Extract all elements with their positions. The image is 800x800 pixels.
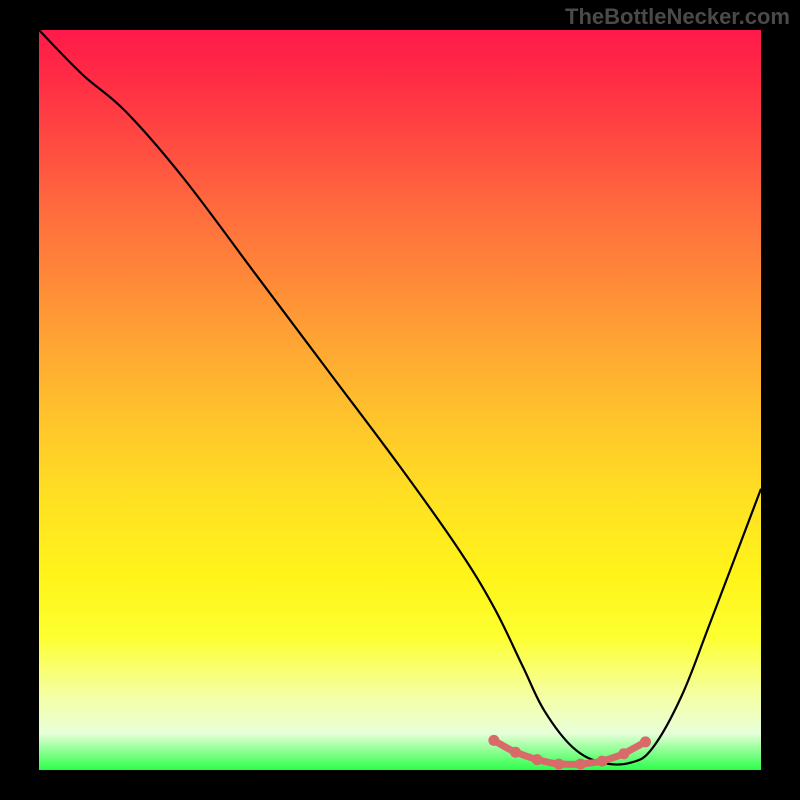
valley-highlight-dot: [597, 756, 608, 767]
valley-highlight-dot: [510, 747, 521, 758]
valley-highlight-dot: [640, 736, 651, 747]
valley-highlight-dot: [488, 735, 499, 746]
valley-highlight-dot: [575, 759, 586, 770]
valley-highlight-dot: [618, 748, 629, 759]
valley-highlight-dot: [553, 759, 564, 770]
chart-area: [39, 30, 761, 770]
watermark-text: TheBottleNecker.com: [565, 4, 790, 30]
chart-svg: [39, 30, 761, 770]
bottleneck-curve-path: [39, 30, 761, 765]
valley-highlight-dot: [532, 754, 543, 765]
